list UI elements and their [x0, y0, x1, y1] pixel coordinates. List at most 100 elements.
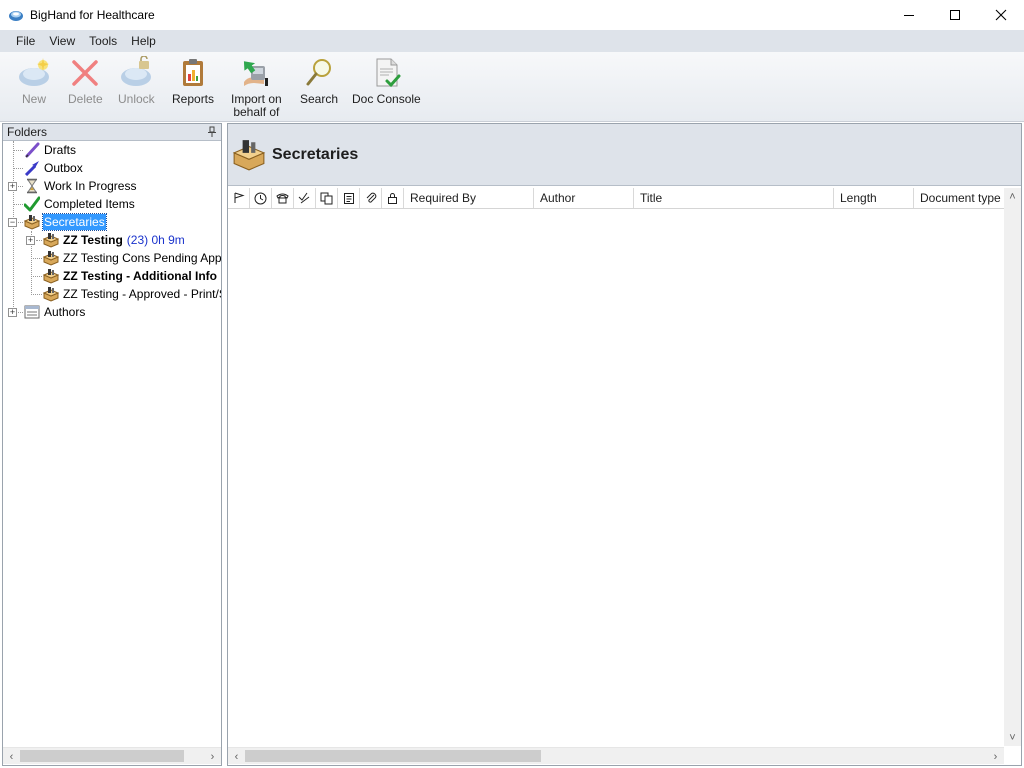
doc-console-label: Doc Console — [352, 92, 421, 106]
folders-header: Folders — [3, 124, 221, 141]
documents-horizontal-scrollbar[interactable]: ‹ › — [228, 747, 1004, 764]
check-icon — [23, 195, 41, 213]
search-icon — [302, 56, 336, 90]
copy-icon[interactable] — [316, 188, 338, 208]
unlock-label: Unlock — [118, 92, 155, 106]
column-length[interactable]: Length — [834, 188, 914, 208]
doc-console-button[interactable]: Doc Console — [352, 56, 421, 106]
secretaries-box-icon — [23, 213, 41, 231]
folder-zz-testing-approved-label: ZZ Testing - Approved - Print/Send — [63, 287, 221, 301]
flag-icon[interactable] — [228, 188, 250, 208]
folder-title: Secretaries — [272, 145, 359, 163]
pen-icon — [23, 141, 41, 159]
maximize-button[interactable] — [932, 0, 978, 30]
folder-work-in-progress[interactable]: Work In Progress — [23, 177, 137, 195]
outbox-arrow-icon — [23, 159, 41, 177]
folder-zz-testing-additional-info[interactable]: ZZ Testing - Additional Info Required — [42, 267, 221, 285]
menu-view[interactable]: View — [42, 30, 82, 52]
new-button[interactable]: New — [17, 56, 51, 106]
folder-zz-testing-label: ZZ Testing — [63, 233, 123, 247]
folder-authors[interactable]: Authors — [23, 303, 86, 321]
scroll-up-icon[interactable]: ˄ — [1004, 188, 1021, 205]
delete-x-icon — [68, 56, 102, 90]
expand-zz-testing[interactable]: + — [26, 236, 35, 245]
folder-header: Secretaries — [228, 124, 1021, 186]
documents-scroll-thumb[interactable] — [245, 750, 541, 762]
folder-zz-testing-cons-pending-label: ZZ Testing Cons Pending Approval — [63, 251, 221, 265]
column-required-by[interactable]: Required By — [404, 188, 534, 208]
import-on-behalf-button[interactable]: Import on behalf of — [231, 56, 282, 119]
folders-pane: Folders + − + + Drafts Outbox Work In Pr… — [2, 123, 222, 766]
folder-zz-testing-approved[interactable]: ZZ Testing - Approved - Print/Send — [42, 285, 221, 303]
clock-icon[interactable] — [250, 188, 272, 208]
scroll-right-icon[interactable]: › — [987, 748, 1004, 765]
menu-tools[interactable]: Tools — [82, 30, 124, 52]
documents-pane: Secretaries Required By Author Title Len… — [227, 123, 1022, 766]
scroll-left-icon[interactable]: ‹ — [228, 748, 245, 765]
pin-icon[interactable] — [207, 126, 217, 141]
attachment-icon[interactable] — [360, 188, 382, 208]
menu-help[interactable]: Help — [124, 30, 163, 52]
window-title: BigHand for Healthcare — [30, 8, 155, 22]
secretaries-box-icon — [42, 285, 60, 303]
notes-icon[interactable] — [338, 188, 360, 208]
collapse-secretaries[interactable]: − — [8, 218, 17, 227]
scroll-left-icon[interactable]: ‹ — [3, 748, 20, 765]
search-label: Search — [300, 92, 339, 106]
folder-completed-items[interactable]: Completed Items — [23, 195, 136, 213]
phone-icon[interactable] — [272, 188, 294, 208]
menu-bar: File View Tools Help — [0, 30, 1024, 52]
close-icon — [995, 9, 1007, 21]
folder-drafts[interactable]: Drafts — [23, 141, 77, 159]
column-title[interactable]: Title — [634, 188, 834, 208]
minimize-button[interactable] — [886, 0, 932, 30]
folder-authors-label: Authors — [44, 305, 86, 319]
folder-outbox[interactable]: Outbox — [23, 159, 84, 177]
documents-vertical-scrollbar[interactable]: ˄ ˅ — [1004, 188, 1021, 746]
secretaries-box-icon — [42, 249, 60, 267]
maximize-icon — [950, 10, 960, 20]
folder-work-in-progress-label: Work In Progress — [44, 179, 137, 193]
folder-zz-testing-count: (23) 0h 9m — [126, 233, 185, 247]
folder-completed-items-label: Completed Items — [44, 197, 135, 211]
folder-outbox-label: Outbox — [44, 161, 83, 175]
unlock-button[interactable]: Unlock — [118, 56, 155, 106]
folder-secretaries-label: Secretaries — [42, 213, 107, 231]
documents-grid[interactable] — [228, 210, 1004, 746]
status-icon[interactable] — [294, 188, 316, 208]
delete-label: Delete — [68, 92, 103, 106]
folder-tree: + − + + Drafts Outbox Work In Progress C… — [3, 141, 221, 746]
menu-file[interactable]: File — [9, 30, 42, 52]
folder-drafts-label: Drafts — [44, 143, 77, 157]
new-label: New — [21, 92, 46, 106]
reports-label: Reports — [172, 92, 215, 106]
scroll-right-icon[interactable]: › — [204, 748, 221, 765]
delete-button[interactable]: Delete — [68, 56, 103, 106]
import-icon — [239, 56, 273, 90]
column-document-type[interactable]: Document type — [914, 188, 1004, 208]
toolbar: New Delete Unlock Reports Import on behal… — [0, 52, 1024, 122]
secretaries-box-icon — [42, 231, 60, 249]
hourglass-icon — [23, 177, 41, 195]
reports-button[interactable]: Reports — [172, 56, 214, 106]
folders-scroll-thumb[interactable] — [20, 750, 184, 762]
expand-authors[interactable]: + — [8, 308, 17, 317]
document-check-icon — [369, 56, 403, 90]
scroll-down-icon[interactable]: ˅ — [1004, 729, 1021, 746]
unlock-icon — [119, 56, 153, 90]
title-bar: BigHand for Healthcare — [0, 0, 1024, 30]
secretaries-box-icon — [232, 138, 266, 172]
column-author[interactable]: Author — [534, 188, 634, 208]
search-button[interactable]: Search — [300, 56, 338, 106]
folders-header-label: Folders — [7, 125, 48, 139]
folder-zz-testing-cons-pending[interactable]: ZZ Testing Cons Pending Approval — [42, 249, 221, 267]
expand-work-in-progress[interactable]: + — [8, 182, 17, 191]
close-button[interactable] — [978, 0, 1024, 30]
folder-secretaries[interactable]: Secretaries — [23, 213, 107, 231]
import-label: Import on behalf of — [231, 92, 282, 119]
lock-icon[interactable] — [382, 188, 404, 208]
folder-zz-testing[interactable]: ZZ Testing (23) 0h 9m — [42, 231, 185, 249]
clipboard-report-icon — [176, 56, 210, 90]
folders-horizontal-scrollbar[interactable]: ‹ › — [3, 747, 221, 764]
new-icon — [17, 56, 51, 90]
